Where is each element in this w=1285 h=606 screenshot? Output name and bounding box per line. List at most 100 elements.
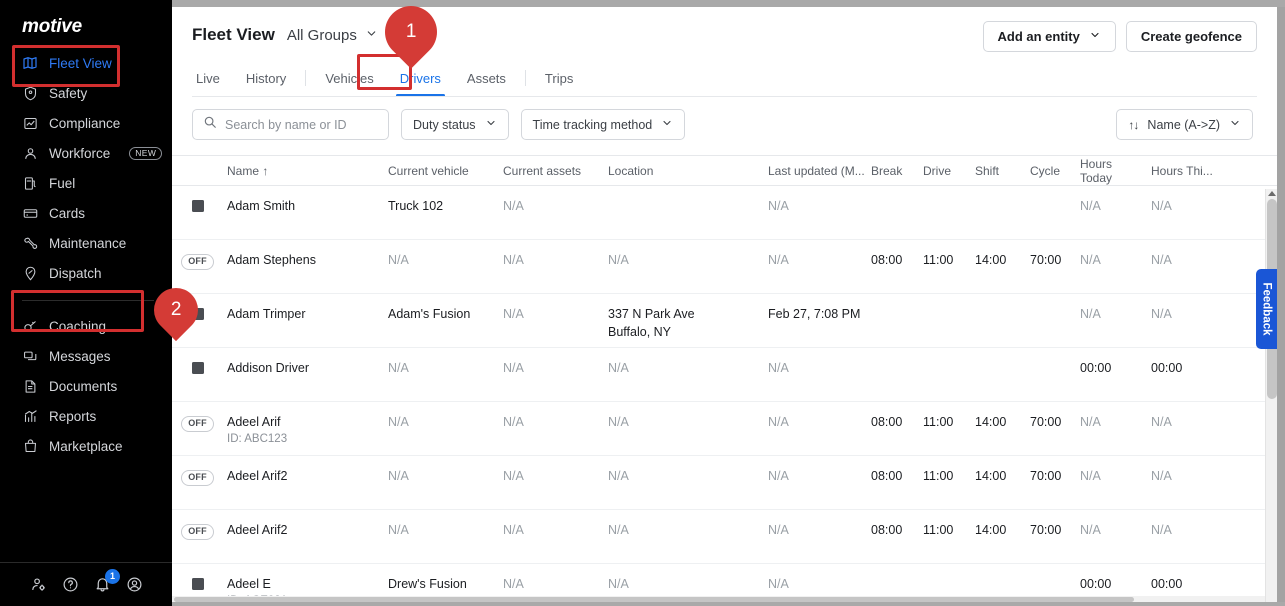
window-frame-bottom <box>0 602 1285 606</box>
vertical-scrollbar[interactable] <box>1265 189 1277 602</box>
create-geofence-button[interactable]: Create geofence <box>1125 21 1257 52</box>
tab-live[interactable]: Live <box>192 63 233 93</box>
horizontal-scrollbar[interactable] <box>172 596 1265 602</box>
group-filter-dropdown[interactable]: All Groups <box>287 27 378 44</box>
cell-name[interactable]: Adeel Arif2 <box>227 469 388 483</box>
cell-cycle: 70:00 <box>1030 415 1062 429</box>
column-header-last-updated[interactable]: Last updated (M... <box>768 164 871 178</box>
chevron-down-icon <box>365 27 378 44</box>
cell-hours-this-week: 00:00 <box>1151 361 1183 375</box>
cell-name[interactable]: Adam Trimper <box>227 307 388 321</box>
search-input[interactable] <box>225 117 378 132</box>
sidebar-item-marketplace[interactable]: Marketplace <box>0 431 172 461</box>
column-header-hours-this-week[interactable]: Hours Thi... <box>1151 164 1221 178</box>
cell-hours-this-week: N/A <box>1151 307 1172 321</box>
create-geofence-label: Create geofence <box>1140 29 1242 44</box>
add-entity-button[interactable]: Add an entity <box>982 21 1116 52</box>
cell-location: N/A <box>608 523 768 537</box>
tab-drivers[interactable]: Drivers <box>387 63 454 97</box>
table-row[interactable]: Addison Driver N/A N/A N/A N/A 00:00 00:00 <box>172 348 1277 402</box>
scroll-up-arrow-icon[interactable] <box>1268 191 1276 196</box>
sort-dropdown[interactable]: ↑↓ Name (A->Z) <box>1116 109 1253 140</box>
cell-name[interactable]: Adam Stephens <box>227 253 388 267</box>
sidebar-nav-secondary: Coaching Messages Documents Reports Mark… <box>0 311 172 461</box>
cell-last-updated: N/A <box>768 469 789 483</box>
cell-last-updated: Feb 27, 7:08 PM <box>768 307 861 321</box>
account-circle-icon[interactable] <box>125 576 143 594</box>
column-header-cycle[interactable]: Cycle <box>1030 164 1080 178</box>
cell-hours-today: N/A <box>1080 253 1101 267</box>
column-header-current-vehicle[interactable]: Current vehicle <box>388 164 503 178</box>
user-settings-icon[interactable] <box>29 576 47 594</box>
sidebar-item-maintenance[interactable]: Maintenance <box>0 228 172 258</box>
cell-current-assets: N/A <box>503 199 524 213</box>
sidebar-item-cards[interactable]: Cards <box>0 198 172 228</box>
credit-card-icon <box>22 205 38 221</box>
search-input-wrapper[interactable] <box>192 109 389 140</box>
sidebar-item-messages[interactable]: Messages <box>0 341 172 371</box>
column-header-location[interactable]: Location <box>608 164 768 178</box>
cell-hours-today: 00:00 <box>1080 361 1112 375</box>
cell-hours-today: N/A <box>1080 199 1101 213</box>
cell-last-updated: N/A <box>768 253 789 267</box>
map-icon <box>22 55 38 71</box>
drivers-table: Name ↑ Current vehicle Current assets Lo… <box>172 155 1277 602</box>
column-header-drive[interactable]: Drive <box>923 164 975 178</box>
sidebar-item-fuel[interactable]: Fuel <box>0 168 172 198</box>
tab-label: Drivers <box>399 70 441 86</box>
column-header-current-assets[interactable]: Current assets <box>503 164 608 178</box>
cell-current-vehicle: N/A <box>388 253 409 267</box>
sidebar-item-documents[interactable]: Documents <box>0 371 172 401</box>
brand-logo: motive <box>0 0 172 44</box>
duty-status-label: Duty status <box>413 117 476 132</box>
tab-label: Live <box>196 70 220 86</box>
sidebar-item-dispatch[interactable]: Dispatch <box>0 258 172 288</box>
column-header-hours-today[interactable]: Hours Today <box>1080 157 1151 185</box>
sidebar-nav-primary: Fleet View Safety Compliance Workforce N… <box>0 44 172 288</box>
column-header-name[interactable]: Name ↑ <box>227 164 388 178</box>
cell-hours-today: N/A <box>1080 469 1101 483</box>
cell-drive: 11:00 <box>923 253 954 267</box>
cell-last-updated: N/A <box>768 577 789 591</box>
sidebar-item-coaching[interactable]: Coaching <box>0 311 172 341</box>
sort-label: Name (A->Z) <box>1147 117 1220 132</box>
question-circle-icon[interactable] <box>61 576 79 594</box>
annotation-marker-1-label: 1 <box>405 21 417 43</box>
cell-name[interactable]: Adeel Arif ID: ABC123 <box>227 415 388 445</box>
new-badge: NEW <box>129 146 163 160</box>
cell-drive: 11:00 <box>923 523 954 537</box>
tab-divider <box>305 70 307 86</box>
table-row[interactable]: OFF Adeel Arif2 N/A N/A N/A N/A 08:00 11:00 14:0… <box>172 510 1277 564</box>
table-row[interactable]: Adam Smith Truck 102 N/A N/A N/A N/A <box>172 186 1277 240</box>
cell-name[interactable]: Adeel Arif2 <box>227 523 388 537</box>
duty-status-dropdown[interactable]: Duty status <box>401 109 509 140</box>
cell-name[interactable]: Addison Driver <box>227 361 388 375</box>
tab-history[interactable]: History <box>233 63 299 93</box>
table-row[interactable]: Adam Trimper Adam's Fusion N/A 337 N Park A… <box>172 294 1277 348</box>
time-tracking-method-dropdown[interactable]: Time tracking method <box>520 109 686 140</box>
column-header-shift[interactable]: Shift <box>975 164 1030 178</box>
horizontal-scrollbar-thumb[interactable] <box>174 597 1134 602</box>
sidebar-item-compliance[interactable]: Compliance <box>0 108 172 138</box>
table-row[interactable]: OFF Adam Stephens N/A N/A N/A N/A 08:00 11:00 14… <box>172 240 1277 294</box>
sidebar-item-safety[interactable]: Safety <box>0 78 172 108</box>
sidebar-item-workforce[interactable]: Workforce NEW <box>0 138 172 168</box>
tab-trips[interactable]: Trips <box>532 63 586 93</box>
cell-hours-today: 00:00 <box>1080 577 1112 591</box>
window-frame-top <box>0 0 1285 7</box>
feedback-tab[interactable]: Feedback <box>1256 269 1277 349</box>
cell-duty-status <box>172 577 227 590</box>
cell-current-assets: N/A <box>503 577 524 591</box>
brand-name: motive <box>22 16 83 37</box>
cell-shift: 14:00 <box>975 415 1007 429</box>
cell-name[interactable]: Adam Smith <box>227 199 388 213</box>
table-row[interactable]: OFF Adeel Arif2 N/A N/A N/A N/A 08:00 11:00 14:0… <box>172 456 1277 510</box>
tab-vehicles[interactable]: Vehicles <box>312 63 386 93</box>
bell-icon[interactable]: 1 <box>93 568 120 594</box>
tab-assets[interactable]: Assets <box>454 63 519 93</box>
table-row[interactable]: OFF Adeel Arif ID: ABC123 N/A N/A N/A N/A 08:00… <box>172 402 1277 456</box>
sidebar-item-reports[interactable]: Reports <box>0 401 172 431</box>
sidebar-item-fleet-view[interactable]: Fleet View <box>0 48 172 78</box>
column-header-break[interactable]: Break <box>871 164 923 178</box>
cell-current-assets: N/A <box>503 253 524 267</box>
